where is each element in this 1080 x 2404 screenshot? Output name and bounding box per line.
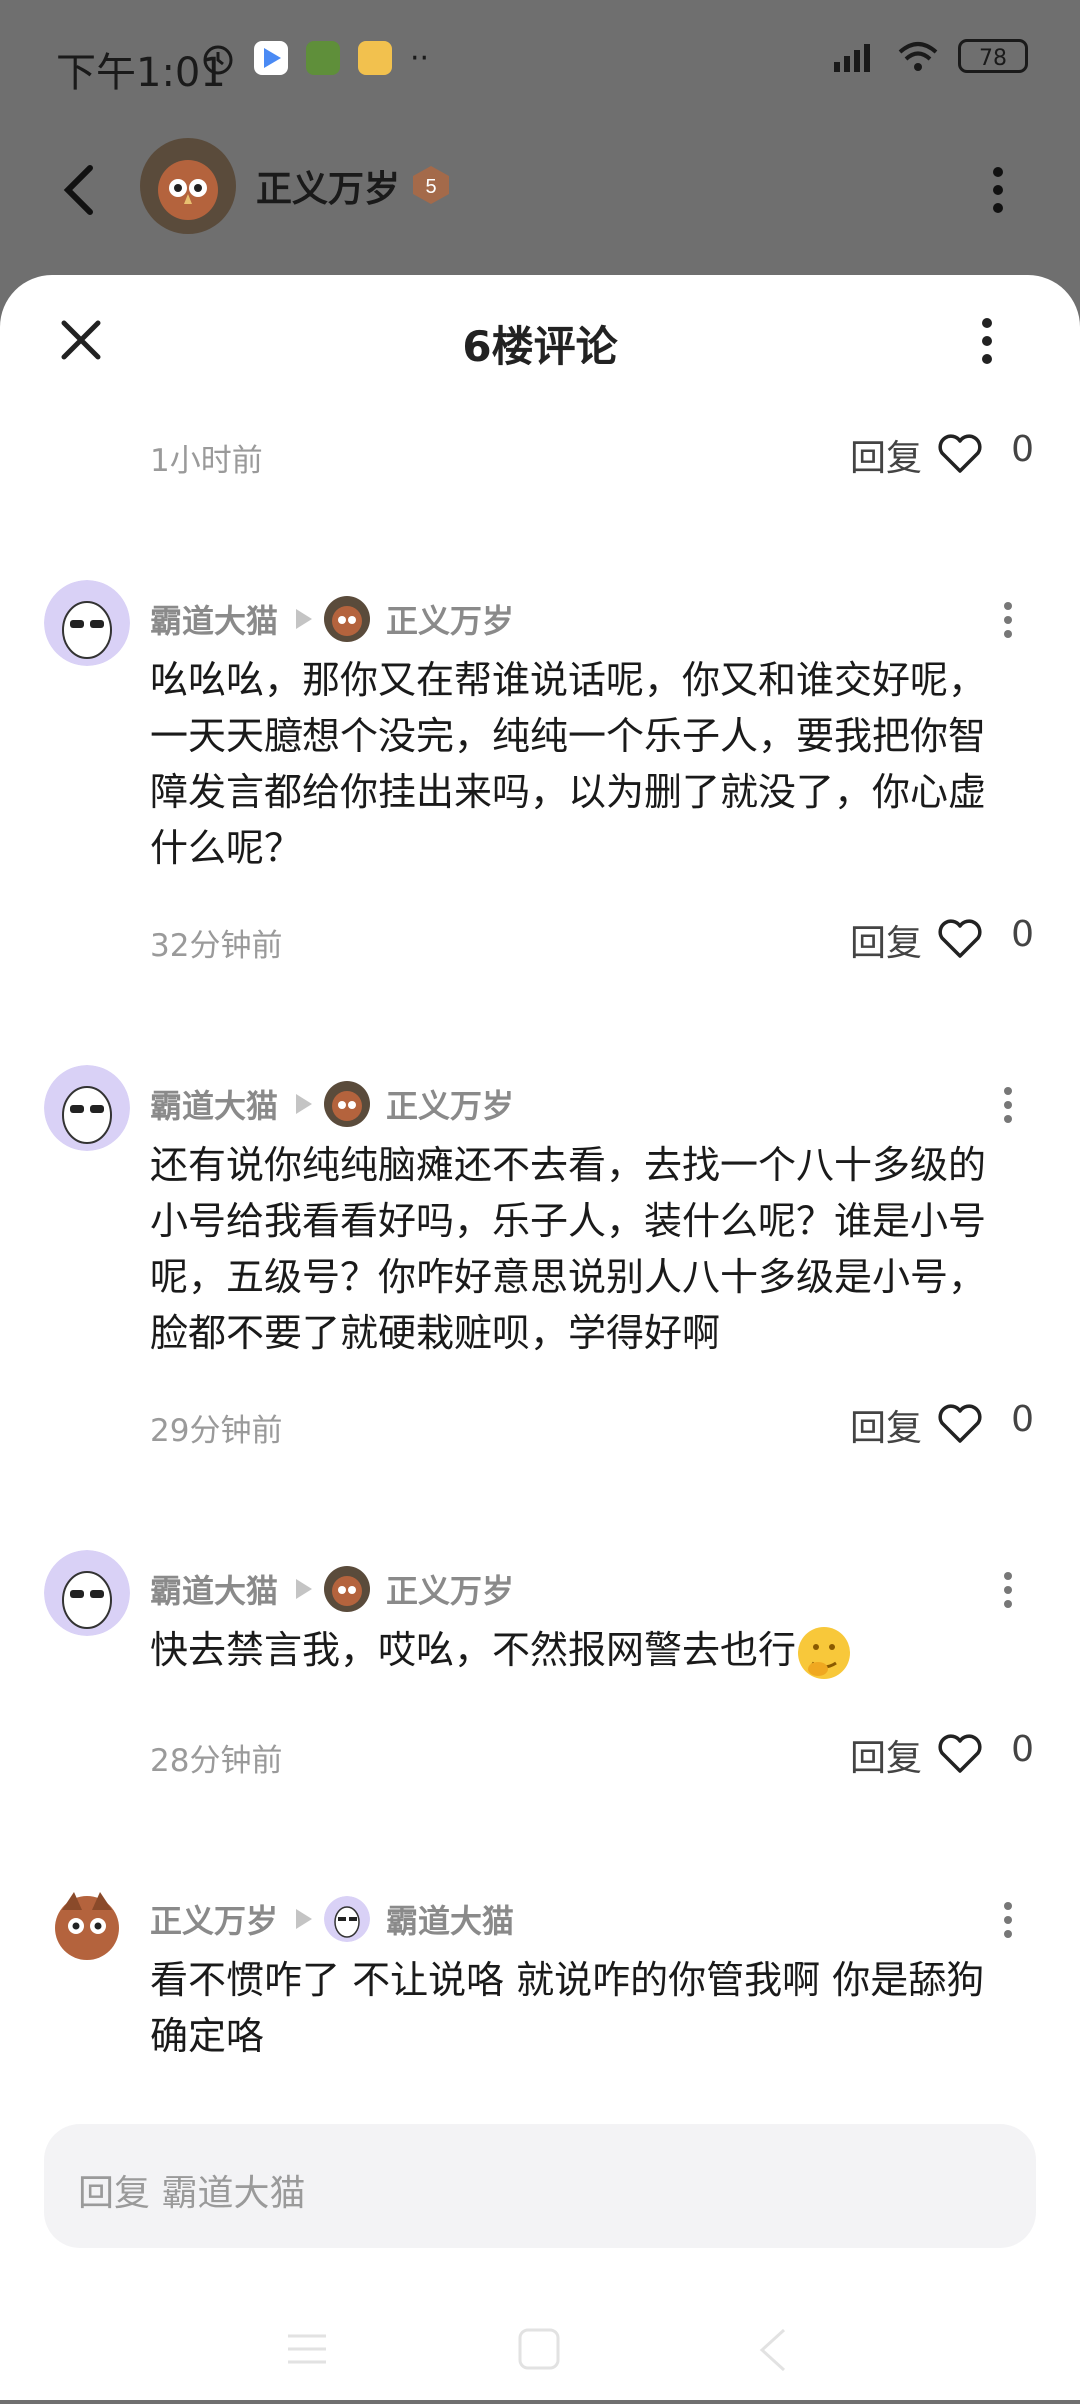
back-arrow-icon[interactable]	[54, 160, 104, 220]
reply-target[interactable]: 正义万岁	[386, 1081, 514, 1127]
thinking-emoji-icon	[798, 1626, 851, 1679]
reply-button[interactable]: 回复	[850, 1729, 922, 1781]
reply-button[interactable]: 回复	[850, 1399, 922, 1451]
status-right-icons: 78	[826, 38, 1028, 74]
avatar[interactable]	[44, 1065, 130, 1151]
comment-author[interactable]: 霸道大猫	[150, 1081, 278, 1127]
level-badge: 5	[410, 164, 452, 206]
more-vertical-icon[interactable]	[1000, 1900, 1016, 1940]
reply-target[interactable]: 正义万岁	[386, 596, 514, 642]
app-icon-app	[358, 41, 392, 75]
more-vertical-icon[interactable]	[1000, 1085, 1016, 1125]
reply-target-avatar	[324, 1896, 371, 1942]
comment-author-line: 霸道大猫 正义万岁	[150, 1079, 514, 1129]
reply-target-avatar	[324, 1566, 371, 1612]
comment-time: 32分钟前	[150, 928, 283, 964]
more-vertical-icon[interactable]	[1000, 1570, 1016, 1610]
reply-target[interactable]: 正义万岁	[386, 1566, 514, 1612]
home-icon[interactable]	[518, 2328, 560, 2370]
like-count: 0	[1011, 914, 1034, 955]
like-count: 0	[1011, 1399, 1034, 1440]
comment-time: 29分钟前	[150, 1413, 283, 1449]
comment-text-content: 快去禁言我，哎吆，不然报网警去也行	[150, 1628, 797, 1672]
reply-arrow-icon	[296, 1579, 313, 1599]
battery-indicator: 78	[958, 39, 1028, 73]
header-avatar[interactable]	[140, 138, 236, 234]
reply-target-avatar	[324, 596, 371, 642]
comment-author[interactable]: 正义万岁	[150, 1896, 278, 1942]
heart-icon[interactable]	[936, 1731, 984, 1775]
comment-meta: 32分钟前 回复 0	[150, 910, 1034, 970]
comment-meta: 29分钟前 回复 0	[150, 1395, 1034, 1455]
reply-arrow-icon	[296, 1094, 313, 1114]
reply-target-avatar	[324, 1081, 371, 1127]
app-icon-game	[306, 41, 340, 75]
reply-button[interactable]: 回复	[850, 914, 922, 966]
more-vertical-icon[interactable]	[972, 315, 1002, 367]
svg-text:5: 5	[425, 176, 436, 198]
comment-text: 吆吆吆，那你又在帮谁说话呢，你又和谁交好呢，一天天臆想个没完，纯纯一个乐子人，要…	[150, 658, 987, 870]
reply-arrow-icon	[296, 609, 313, 629]
comment-text: 看不惯咋了 不让说咯 就说咋的你管我啊 你是舔狗确定咯	[150, 1958, 985, 2058]
comment-time: 28分钟前	[150, 1743, 283, 1779]
status-left-icons: ··	[200, 40, 429, 76]
comment-text: 快去禁言我，哎吆，不然报网警去也行	[150, 1622, 1020, 1681]
comment-time: 1小时前	[150, 443, 263, 479]
menu-icon[interactable]	[288, 2334, 326, 2364]
heart-icon[interactable]	[936, 916, 984, 960]
avatar[interactable]	[44, 580, 130, 666]
heart-icon[interactable]	[936, 431, 984, 475]
system-nav-bar	[0, 2300, 1080, 2400]
comment-author[interactable]: 霸道大猫	[150, 596, 278, 642]
reply-input-placeholder: 回复 霸道大猫	[78, 2173, 306, 2214]
comment-text: 还有说你纯纯脑瘫还不去看，去找一个八十多级的小号给我看看好吗，乐子人，装什么呢？…	[150, 1143, 987, 1355]
more-vertical-icon[interactable]	[1000, 600, 1016, 640]
reply-button[interactable]: 回复	[850, 429, 922, 481]
header-username[interactable]: 正义万岁	[256, 160, 400, 212]
comment-meta: 28分钟前 回复 0	[150, 1725, 1034, 1785]
alarm-icon	[203, 45, 233, 75]
app-icon-play	[254, 41, 288, 75]
comment-author-line: 霸道大猫 正义万岁	[150, 594, 514, 644]
more-notifications-icon: ··	[410, 40, 430, 76]
reply-arrow-icon	[296, 1909, 313, 1929]
back-icon[interactable]	[759, 2328, 786, 2372]
reply-input[interactable]: 回复 霸道大猫	[44, 2124, 1036, 2248]
more-vertical-icon[interactable]	[988, 160, 1008, 220]
comment-author[interactable]: 霸道大猫	[150, 1566, 278, 1612]
heart-icon[interactable]	[936, 1401, 984, 1445]
status-bar: 下午1:01 ·· 78	[0, 0, 1080, 120]
comment-author-line: 霸道大猫 正义万岁	[150, 1564, 514, 1614]
sheet-title: 6楼评论	[462, 322, 618, 371]
page-header: 正义万岁 5	[0, 120, 1080, 260]
like-count: 0	[1011, 429, 1034, 470]
comments-sheet: 6楼评论 1小时前 回复 0 霸道大猫 正义万岁 吆吆吆，那你又在帮谁说话呢，你…	[0, 275, 1080, 2400]
signal-icon	[834, 44, 870, 72]
reply-target[interactable]: 霸道大猫	[386, 1896, 514, 1942]
avatar[interactable]	[44, 1550, 130, 1636]
comment-author-line: 正义万岁 霸道大猫	[150, 1894, 514, 1944]
wifi-icon	[898, 42, 938, 71]
comment-meta: 1小时前 回复 0	[150, 425, 1034, 485]
like-count: 0	[1011, 1729, 1034, 1770]
avatar[interactable]	[44, 1880, 130, 1966]
